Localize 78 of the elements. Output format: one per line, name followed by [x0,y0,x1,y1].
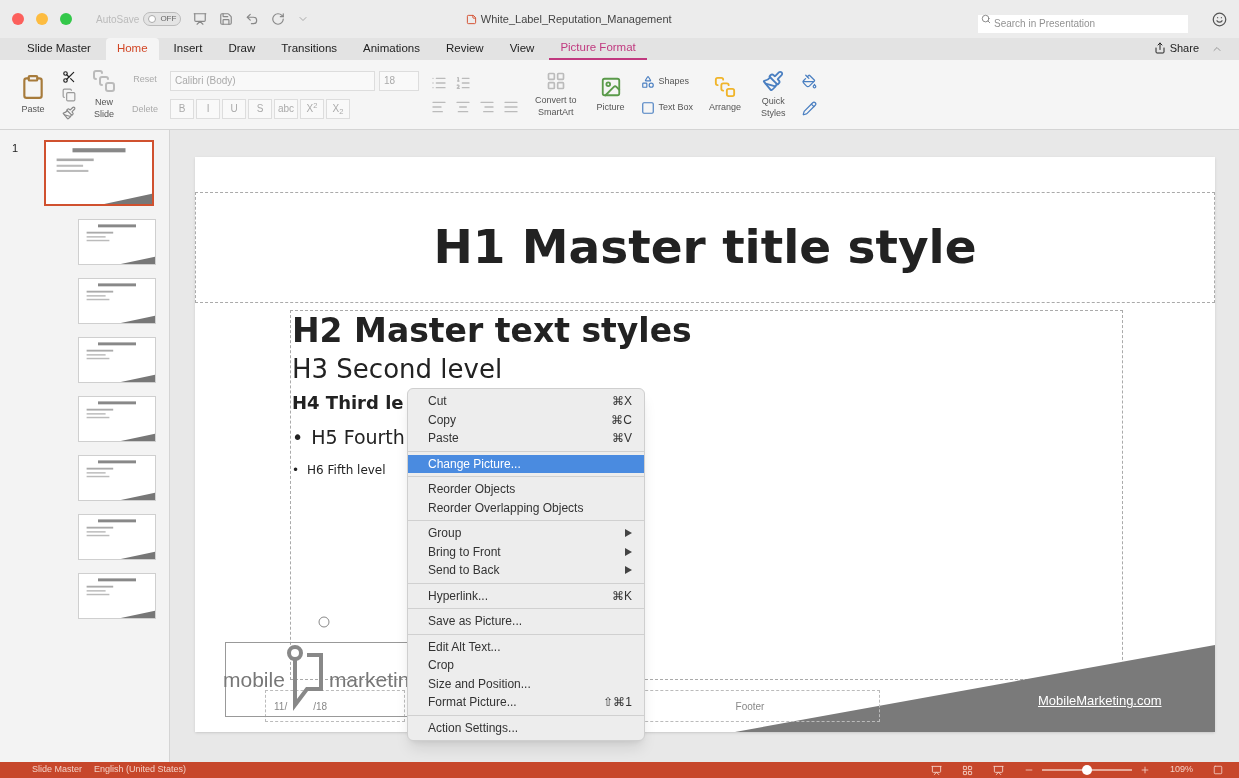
heading-three: H3 Second level [292,353,503,386]
ribbon-tab[interactable]: Review [434,38,495,60]
text-box-icon [640,100,655,115]
slides-icon [92,69,116,94]
cut-icon[interactable] [62,69,76,84]
reading-view-icon[interactable] [992,764,1004,776]
menu-item[interactable]: Bring to Front [408,542,644,561]
format-painter-icon[interactable] [62,105,76,120]
document-icon [465,13,477,25]
smiley-icon[interactable] [1212,11,1227,27]
numbering-icon[interactable] [455,74,471,91]
menu-item[interactable]: Reorder Objects [408,480,644,499]
quick-styles-button[interactable]: Quick Styles [757,70,790,119]
text-box-button[interactable]: Text Box [640,100,694,115]
menu-item[interactable]: Copy ⌘C [408,410,644,429]
fit-icon[interactable] [1213,765,1223,775]
menu-item[interactable]: Save as Picture... [408,612,644,631]
autosave-toggle[interactable]: OFF [143,12,182,26]
search-field[interactable]: Search in Presentation [978,14,1188,33]
footer-text: Footer [735,699,765,714]
arrange-button[interactable]: Arrange [705,75,746,114]
menu-item[interactable]: Send to Back [408,561,644,580]
language-label: English (United States) [94,763,187,777]
paintbrush-icon [762,70,785,93]
ribbon-tab[interactable]: Insert [162,38,214,60]
heading-four: H4 Third le [292,391,404,415]
clipboard-icon [20,73,46,100]
sorter-view-icon[interactable] [961,764,973,776]
ribbon-tab[interactable]: Slide Master [16,38,102,60]
stacked-squares-icon [714,75,737,98]
menu-item[interactable]: Group [408,524,644,543]
zoom-icon[interactable] [60,13,72,25]
fill-icon[interactable] [801,73,817,89]
slide-number: 1 [12,141,20,156]
pen-icon[interactable] [801,100,817,116]
normal-view-icon[interactable] [930,764,942,776]
minimize-icon[interactable] [36,13,48,25]
bullet: • [292,462,300,479]
close-icon[interactable] [12,13,24,25]
rotate-handle-icon[interactable] [318,616,330,628]
website-link[interactable]: MobileMarketing.com [1038,691,1162,711]
menu-item[interactable]: Action Settings... [408,718,644,737]
share-icon [1153,41,1166,54]
menu-item[interactable]: Paste ⌘V [408,429,644,448]
zoom-reading: 109% [1169,763,1193,777]
ribbon-tab[interactable]: Transitions [270,38,349,60]
window-title: White_Label_Reputation_Management [480,11,672,27]
ribbon-tab[interactable]: Draw [217,38,267,60]
grid-icon [545,71,566,92]
heading-two: H2 Master text styles [292,311,692,351]
image-icon [599,75,622,98]
shapes-icon [640,74,655,89]
bullet: • [292,425,304,450]
convert-smartart-button[interactable]: Convert to SmartArt [531,71,581,118]
shapes-button[interactable]: Shapes [640,74,694,89]
slide-title: H1 Master title style [433,218,977,277]
paste-button[interactable]: Paste [16,73,50,116]
ribbon-tab[interactable]: Animations [352,38,431,60]
heading-six: H6 Fifth level [307,462,386,479]
ribbon-tab[interactable]: View [498,38,546,60]
heading-five: H5 Fourth [311,425,405,450]
date-text: /18 [313,699,328,714]
menu-item[interactable]: Reorder Overlapping Objects [408,498,644,517]
menu-item[interactable]: Hyperlink... ⌘K [408,586,644,605]
zoom-thumb[interactable] [1081,765,1092,775]
redo-icon[interactable] [271,12,286,26]
picture-button[interactable]: Picture [592,75,629,114]
date-text: 11/ [274,699,288,714]
search-icon [981,14,991,24]
save-icon[interactable] [219,12,234,26]
ribbon-tab[interactable]: Home [105,38,159,60]
view-label: Slide Master [32,763,83,777]
zoom-in-icon[interactable] [1139,765,1150,775]
new-slide-button[interactable]: New Slide [88,69,120,120]
menu-item[interactable]: Cut ⌘X [408,392,644,411]
share-button[interactable]: Share [1153,39,1199,56]
undo-icon[interactable] [245,12,260,26]
slide-thumbnail[interactable] [44,140,154,206]
